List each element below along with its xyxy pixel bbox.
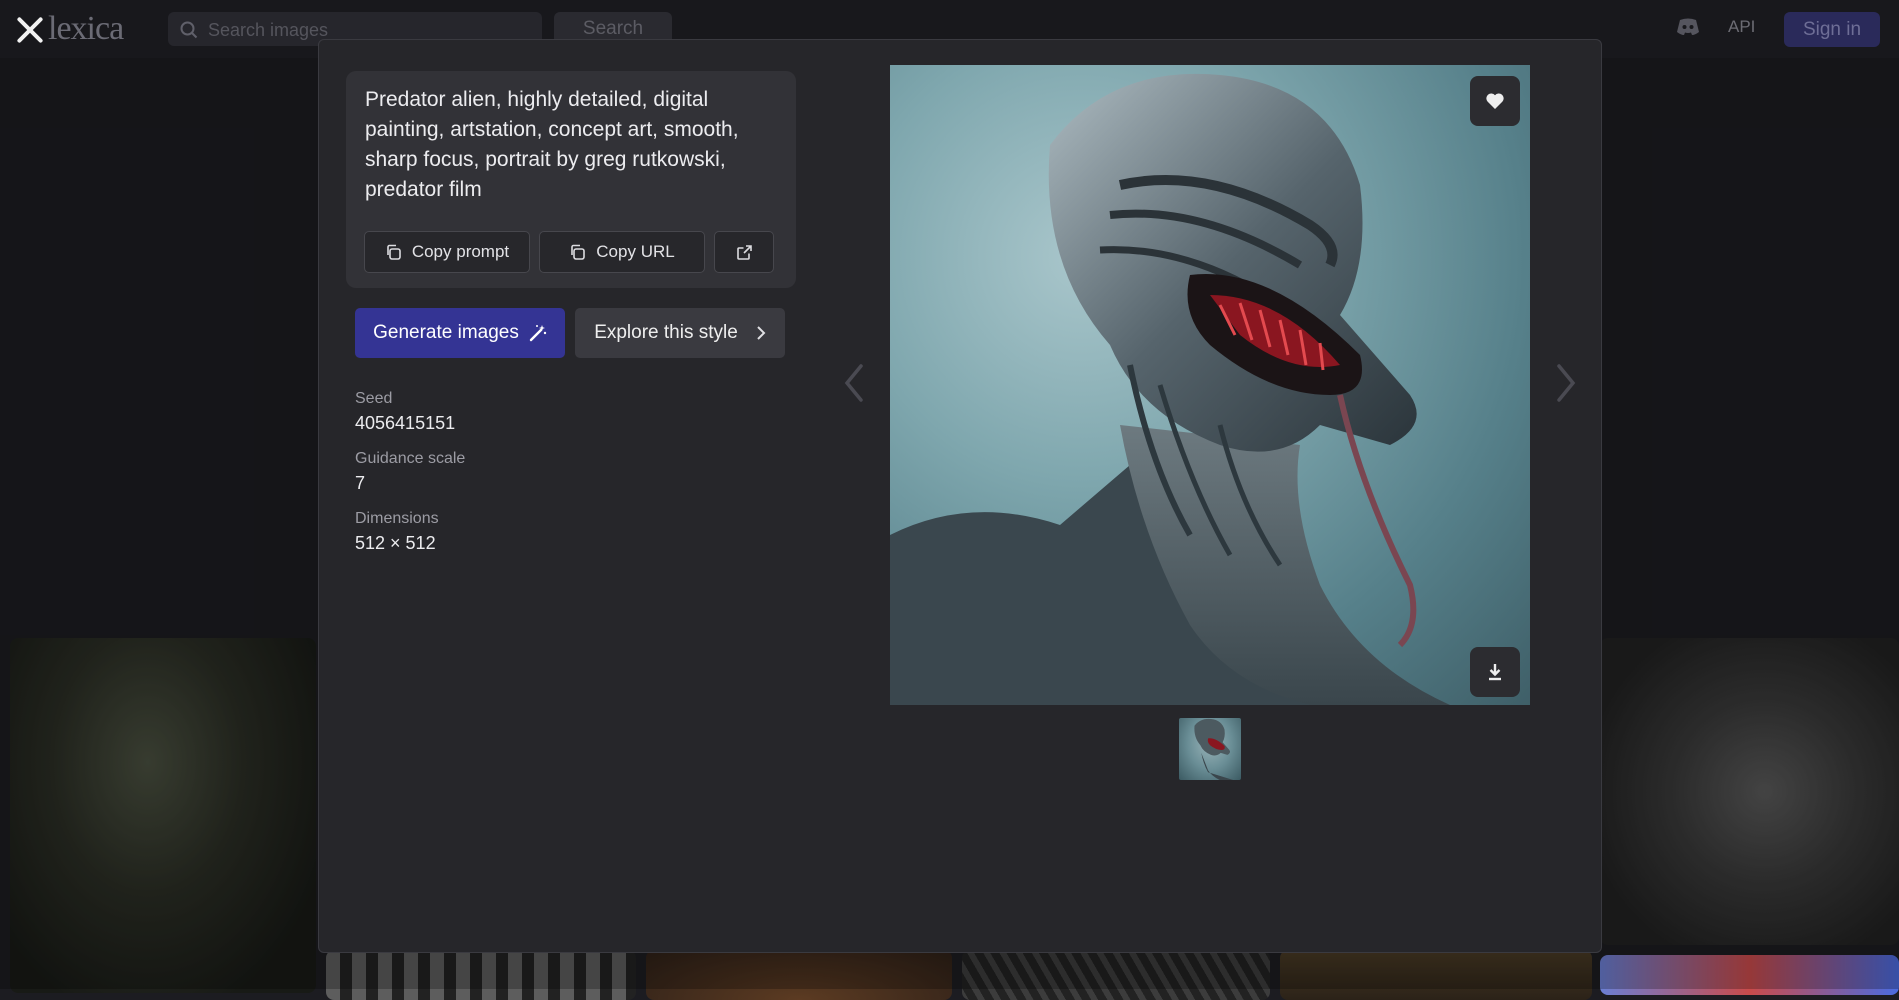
dimensions-value: 512 × 512 — [355, 533, 436, 553]
guidance-scale-label: Guidance scale — [355, 450, 466, 467]
seed-label: Seed — [355, 390, 393, 407]
download-icon — [1489, 664, 1501, 681]
generate-images-button[interactable]: Generate images — [355, 308, 565, 358]
api-link[interactable]: API — [1728, 17, 1755, 37]
chevron-right-icon — [757, 326, 766, 340]
discord-icon[interactable] — [1676, 17, 1700, 37]
alien-portrait-illustration — [890, 73, 1450, 705]
close-icon[interactable] — [10, 10, 50, 50]
guidance-scale-info: Guidance scale 7 — [355, 448, 465, 494]
seed-info: Seed 4056415151 — [355, 388, 455, 434]
magic-wand-icon — [529, 325, 547, 342]
prompt-card: Predator alien, highly detailed, digital… — [346, 71, 796, 288]
next-image-arrow-icon[interactable] — [1551, 360, 1581, 406]
copy-icon — [387, 244, 401, 260]
download-button[interactable] — [1470, 647, 1520, 697]
prompt-text: Predator alien, highly detailed, digital… — [365, 88, 739, 201]
copy-prompt-label: Copy prompt — [411, 242, 510, 261]
generated-image[interactable] — [890, 65, 1530, 705]
image-thumbnail[interactable] — [1179, 718, 1241, 780]
copy-url-button[interactable]: Copy URL — [539, 231, 705, 273]
sign-in-button[interactable]: Sign in — [1784, 12, 1880, 47]
dimensions-info: Dimensions 512 × 512 — [355, 508, 439, 554]
generate-images-label: Generate images — [373, 322, 519, 343]
copy-prompt-button[interactable]: Copy prompt — [364, 231, 530, 273]
copy-url-label: Copy URL — [596, 242, 675, 261]
alien-thumbnail-illustration — [1194, 718, 1234, 780]
explore-this-style-button[interactable]: Explore this style — [575, 308, 785, 358]
search-icon — [180, 21, 198, 39]
previous-image-arrow-icon[interactable] — [839, 360, 869, 406]
favorite-button[interactable] — [1470, 76, 1520, 126]
image-detail-modal: Predator alien, highly detailed, digital… — [318, 39, 1602, 953]
seed-value: 4056415151 — [355, 413, 456, 433]
external-link-icon — [736, 244, 752, 260]
site-logo[interactable]: lexica — [48, 10, 124, 48]
dimensions-label: Dimensions — [355, 510, 439, 527]
guidance-scale-value: 7 — [355, 473, 366, 493]
copy-icon — [571, 244, 586, 260]
explore-this-style-label: Explore this style — [594, 322, 738, 343]
heart-icon — [1486, 93, 1504, 109]
open-in-new-tab-button[interactable] — [714, 231, 774, 273]
